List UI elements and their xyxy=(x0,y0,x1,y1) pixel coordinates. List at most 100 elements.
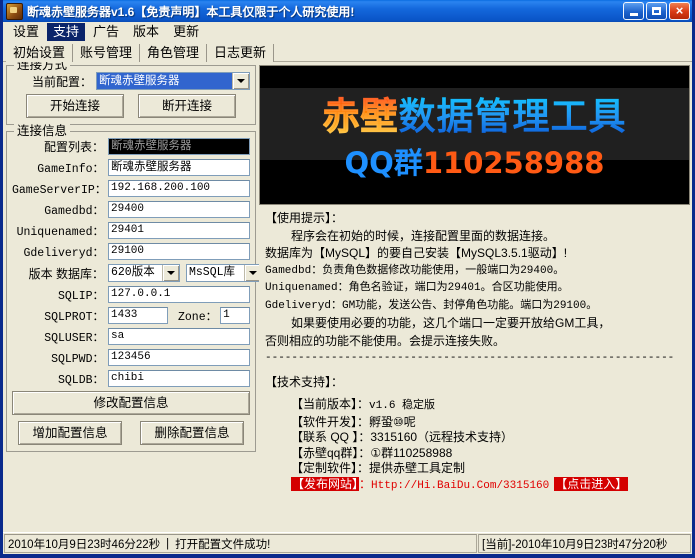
config-list-label: 配置列表： xyxy=(12,138,108,155)
support-qq-value: 3315160（远程技术支持） xyxy=(370,430,513,444)
left-panel: 连接方式 当前配置： 断魂赤壁服务器 开始连接 断开连接 连接信息 配置列表： xyxy=(3,65,258,532)
banner-qq-label: QQ群 xyxy=(345,146,423,180)
support-site-colon: ： xyxy=(359,477,371,491)
modify-config-button[interactable]: 修改配置信息 xyxy=(12,391,250,415)
version-value: 620版本 xyxy=(109,265,162,281)
sqluser-input[interactable]: sa xyxy=(108,328,250,345)
sqluser-label: SQLUSER： xyxy=(12,329,108,345)
uniquenamed-row: Uniquenamed： 29401 xyxy=(12,222,250,239)
connection-method-title: 连接方式 xyxy=(14,62,70,72)
sqlpwd-row: SQLPWD： 123456 xyxy=(12,349,250,366)
support-site-row[interactable]: 【发布网站】：Http://Hi.BaiDu.Com/3315160 【点击进入】 xyxy=(291,477,686,495)
support-custom-label: 【定制软件】： xyxy=(291,461,369,475)
menu-bar: 设置 支持 广告 版本 更新 xyxy=(3,22,692,42)
promo-banner: 赤壁数据管理工具 QQ群110258988 xyxy=(259,65,690,205)
gameserverip-input[interactable]: 192.168.200.100 xyxy=(108,180,250,197)
tips-line-6: 如果要使用必要的功能，这几个端口一定要开放给GM工具， xyxy=(265,315,686,333)
gdeliveryd-row: Gdeliveryd： 29100 xyxy=(12,243,250,260)
menu-item-ads[interactable]: 广告 xyxy=(87,23,125,41)
current-config-combo[interactable]: 断魂赤壁服务器 xyxy=(96,72,250,90)
sqldb-label: SQLDB： xyxy=(12,371,108,387)
current-config-row: 当前配置： 断魂赤壁服务器 xyxy=(12,72,250,90)
minimize-button[interactable] xyxy=(623,2,644,20)
status-separator: | xyxy=(160,538,175,550)
status-bar: 2010年10月9日23时46分22秒 | 打开配置文件成功! [当前]-201… xyxy=(3,532,692,554)
version-db-label: 版本 数据库： xyxy=(12,265,108,282)
version-combo[interactable]: 620版本 xyxy=(108,264,180,282)
support-qq-row: 【联系 QQ 】：3315160（远程技术支持） xyxy=(291,430,686,446)
sqldb-row: SQLDB： chibi xyxy=(12,370,250,387)
sqlip-row: SQLIP： 127.0.0.1 xyxy=(12,286,250,303)
config-list-row: 配置列表： 断魂赤壁服务器 xyxy=(12,138,250,155)
delete-config-button[interactable]: 删除配置信息 xyxy=(140,421,244,445)
config-list-box[interactable]: 断魂赤壁服务器 xyxy=(108,138,250,155)
status-current-time-cell: [当前]-2010年10月9日23时47分20秒 xyxy=(478,534,691,553)
support-version-label: 【当前版本】： xyxy=(291,397,369,411)
current-config-label: 当前配置： xyxy=(12,73,96,90)
menu-item-update[interactable]: 更新 xyxy=(167,23,205,41)
sqlprot-input[interactable]: 1433 xyxy=(108,307,168,324)
support-group-row: 【赤壁qq群】：①群110258988 xyxy=(291,446,686,462)
sqldb-input[interactable]: chibi xyxy=(108,370,250,387)
support-dev-row: 【软件开发】：孵蛩⑩呢 xyxy=(291,415,686,431)
gamedbd-row: Gamedbd： 29400 xyxy=(12,201,250,218)
connection-buttons: 开始连接 断开连接 xyxy=(12,94,250,118)
support-site-enter[interactable]: 【点击进入】 xyxy=(554,477,628,491)
maximize-icon xyxy=(652,7,661,15)
right-panel: 赤壁数据管理工具 QQ群110258988 【使用提示】： 程序会在初始的时候，… xyxy=(258,65,692,532)
sqlpwd-label: SQLPWD： xyxy=(12,350,108,366)
gamedbd-input[interactable]: 29400 xyxy=(108,201,250,218)
close-button[interactable]: × xyxy=(669,2,690,20)
add-config-button[interactable]: 增加配置信息 xyxy=(18,421,122,445)
database-combo[interactable]: MsSQL库 xyxy=(186,264,262,282)
tab-account-management[interactable]: 账号管理 xyxy=(73,44,140,62)
close-icon: × xyxy=(676,4,684,17)
sqlpwd-input[interactable]: 123456 xyxy=(108,349,250,366)
menu-item-settings[interactable]: 设置 xyxy=(7,23,45,41)
database-value: MsSQL库 xyxy=(187,265,244,281)
window-bottom-border xyxy=(3,554,692,558)
tab-initial-settings[interactable]: 初始设置 xyxy=(6,44,73,62)
app-icon xyxy=(6,3,23,20)
support-site-url[interactable]: Http://Hi.BaiDu.Com/3315160 xyxy=(371,480,549,492)
tab-log-update[interactable]: 日志更新 xyxy=(207,44,274,62)
support-custom-row: 【定制软件】：提供赤壁工具定制 xyxy=(291,461,686,477)
application-window: 断魂赤壁服务器v1.6【免责声明】本工具仅限于个人研究使用! × 设置 支持 广… xyxy=(0,0,695,558)
config-action-buttons: 增加配置信息 删除配置信息 xyxy=(12,421,250,445)
banner-title-part2: 数据管理工具 xyxy=(399,95,627,138)
support-dev-label: 【软件开发】： xyxy=(291,415,369,429)
sqlip-input[interactable]: 127.0.0.1 xyxy=(108,286,250,303)
tab-role-management[interactable]: 角色管理 xyxy=(140,44,207,62)
banner-title: 赤壁数据管理工具 xyxy=(323,98,627,135)
stop-connect-button[interactable]: 断开连接 xyxy=(138,94,236,118)
sqluser-row: SQLUSER： sa xyxy=(12,328,250,345)
connection-info-title: 连接信息 xyxy=(14,124,70,138)
support-version-value: v1.6 稳定版 xyxy=(369,400,435,412)
menu-item-version[interactable]: 版本 xyxy=(127,23,165,41)
start-connect-button[interactable]: 开始连接 xyxy=(26,94,124,118)
connection-method-group: 连接方式 当前配置： 断魂赤壁服务器 开始连接 断开连接 xyxy=(6,65,256,125)
window-title: 断魂赤壁服务器v1.6【免责声明】本工具仅限于个人研究使用! xyxy=(27,3,623,20)
banner-title-part1: 赤壁 xyxy=(323,95,399,138)
tips-divider: ----------------------------------------… xyxy=(265,350,686,368)
current-config-value: 断魂赤壁服务器 xyxy=(97,73,232,89)
zone-input[interactable]: 1 xyxy=(220,307,250,324)
gameinfo-input[interactable]: 断魂赤壁服务器 xyxy=(108,159,250,176)
support-site-label: 【发布网站】 xyxy=(291,477,359,491)
gdeliveryd-input[interactable]: 29100 xyxy=(108,243,250,260)
uniquenamed-input[interactable]: 29401 xyxy=(108,222,250,239)
support-group-label: 【赤壁qq群】： xyxy=(291,446,370,460)
status-message: 打开配置文件成功! xyxy=(175,536,270,552)
sqlprot-row: SQLPROT： 1433 Zone： 1 xyxy=(12,307,250,324)
tips-line-5: Gdeliveryd：GM功能，发送公告、封停角色功能。端口为29100。 xyxy=(265,298,686,316)
title-bar: 断魂赤壁服务器v1.6【免责声明】本工具仅限于个人研究使用! × xyxy=(3,0,692,22)
tab-strip: 初始设置 账号管理 角色管理 日志更新 xyxy=(3,42,692,62)
chevron-down-icon[interactable] xyxy=(232,73,249,89)
tips-line-3: Gamedbd：负责角色数据修改功能使用，一般端口为29400。 xyxy=(265,263,686,281)
menu-item-support[interactable]: 支持 xyxy=(47,23,85,41)
gameserverip-row: GameServerIP： 192.168.200.100 xyxy=(12,180,250,197)
chevron-down-icon[interactable] xyxy=(162,265,179,281)
tips-line-2: 数据库为【MySQL】的要自己安装【MySQL3.5.1驱动】! xyxy=(265,245,686,263)
gameserverip-label: GameServerIP： xyxy=(12,181,108,197)
maximize-button[interactable] xyxy=(646,2,667,20)
